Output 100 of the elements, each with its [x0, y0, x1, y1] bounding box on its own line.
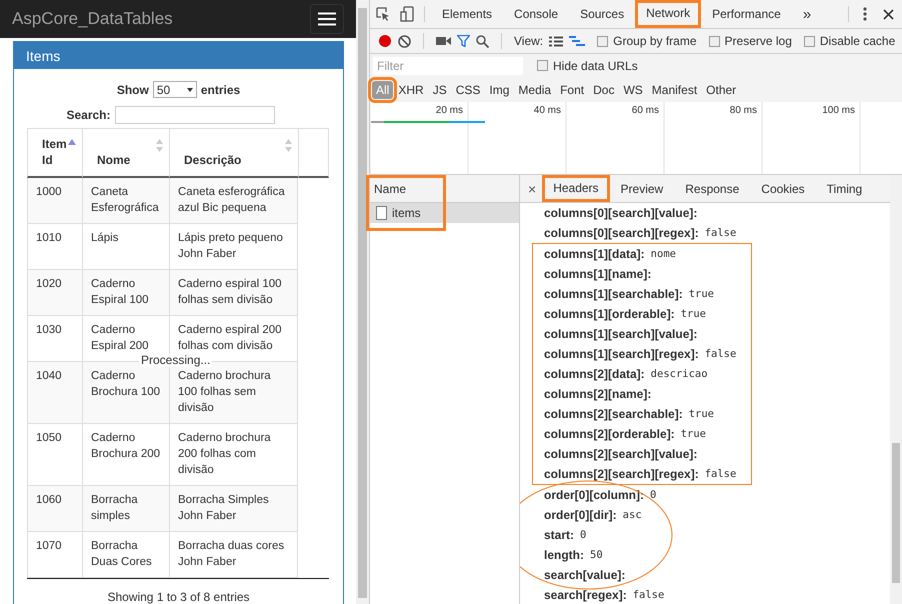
detail-tab[interactable]: Preview [610, 175, 674, 202]
param-value: 0 [650, 489, 656, 501]
inspect-icon[interactable] [376, 7, 390, 21]
timeline-tick: 20 ms [434, 104, 464, 116]
param-name: length: [544, 548, 584, 562]
caret-icon [186, 88, 193, 92]
more-tabs-button[interactable]: » [792, 0, 822, 28]
param-name: columns[1][search][regex]: [544, 347, 699, 361]
table-cell: 1070 [27, 532, 82, 578]
devtools-tab[interactable]: Network [635, 0, 702, 28]
filter-icon[interactable] [457, 35, 470, 47]
param-name: columns[2][search][regex]: [544, 467, 699, 481]
menu-icon [318, 12, 336, 26]
param-name: start: [544, 528, 574, 542]
more-options-icon[interactable] [863, 7, 867, 21]
checkbox[interactable] [537, 60, 548, 71]
detail-tab[interactable]: Response [674, 175, 750, 202]
file-icon [376, 206, 387, 220]
detail-tab[interactable]: Headers [542, 175, 610, 202]
checkbox[interactable] [804, 36, 815, 46]
table-cell: Caderno Espiral 100 [82, 270, 169, 316]
param-value: false [704, 468, 736, 480]
type-filter[interactable]: XHR [394, 80, 428, 98]
type-filter[interactable]: Manifest [648, 80, 702, 98]
menu-button[interactable] [310, 4, 344, 34]
param-name: columns[2][search][value]: [544, 447, 698, 461]
devtools-tab[interactable]: Sources [569, 0, 636, 28]
checkbox-label: Hide data URLs [553, 58, 638, 72]
timeline-tick: 100 ms [821, 104, 856, 116]
record-icon[interactable] [378, 34, 392, 48]
table-cell: 1040 [27, 362, 82, 424]
devtools-tab[interactable]: Performance [701, 0, 792, 28]
request-row[interactable]: items [370, 203, 519, 223]
search-icon[interactable] [476, 34, 489, 48]
list-view-icon[interactable] [549, 36, 564, 46]
type-filter[interactable]: Media [514, 80, 556, 98]
detail-tab[interactable]: Timing [816, 175, 874, 202]
table-cell: Caneta esferográfica azul Bic pequena [169, 178, 298, 224]
checkbox-label: Preserve log [724, 34, 792, 48]
timeline-tick: 40 ms [532, 104, 562, 116]
param-value: 0 [580, 529, 586, 541]
devtools-tab[interactable]: Console [503, 0, 570, 28]
param-value: true [688, 408, 714, 420]
search-label: Search: [66, 108, 111, 122]
type-filter[interactable]: Other [702, 80, 740, 98]
param-name: columns[2][orderable]: [544, 427, 675, 441]
type-filter[interactable]: Font [556, 80, 588, 98]
param-value: descricao [650, 368, 708, 380]
param-name: search[regex]: [544, 588, 627, 602]
param-name: columns[1][searchable]: [544, 287, 683, 301]
type-filter[interactable]: WS [619, 80, 647, 98]
table-cell: Borracha Duas Cores [82, 532, 169, 578]
checkbox-label: Disable cache [820, 34, 896, 48]
param-value: true [688, 288, 714, 300]
param-name: columns[1][name]: [544, 267, 652, 281]
view-label: View: [514, 34, 544, 48]
close-icon[interactable] [883, 8, 894, 20]
detail-tab[interactable]: Cookies [750, 175, 816, 202]
scrollbar[interactable] [890, 175, 902, 604]
checkbox[interactable] [597, 36, 608, 46]
type-filter[interactable]: CSS [452, 80, 484, 98]
param-value: asc [622, 509, 642, 521]
timeline-tick: 60 ms [630, 104, 660, 116]
table-cell: Caderno espiral 100 folhas sem divisão [169, 270, 298, 316]
waterfall-view-icon[interactable] [569, 36, 586, 46]
param-value: false [704, 348, 736, 360]
close-button[interactable]: × [524, 180, 542, 196]
param-name: columns[1][search][value]: [544, 327, 698, 341]
search-field[interactable] [114, 106, 275, 124]
devtools-tab[interactable]: Elements [431, 0, 504, 28]
param-value: false [632, 589, 664, 601]
type-filter[interactable]: Img [485, 80, 514, 98]
panel-title: Items [14, 42, 343, 69]
column-header [298, 128, 329, 178]
type-filter[interactable]: JS [428, 80, 451, 98]
table-cell: Borracha duas cores John Faber [169, 532, 298, 578]
entries-select[interactable]: 50 [152, 81, 197, 98]
scrollbar[interactable] [356, 0, 369, 604]
param-name: columns[0][search][value]: [544, 206, 698, 220]
camera-icon[interactable] [436, 36, 451, 46]
table-cell: Borracha simples [82, 486, 169, 532]
param-name: columns[0][search][regex]: [544, 226, 699, 240]
clear-icon[interactable] [398, 34, 411, 48]
name-column-header[interactable]: Name [370, 175, 519, 203]
param-value: false [704, 227, 736, 239]
show-label: Show [116, 82, 149, 96]
param-name: columns[2][searchable]: [544, 407, 683, 421]
type-filter[interactable]: Doc [589, 80, 618, 98]
table-cell: Caneta Esferográfica [82, 178, 169, 224]
table-cell: 1060 [27, 486, 82, 532]
device-icon[interactable] [400, 6, 414, 22]
param-name: order[0][column]: [544, 488, 644, 502]
filter-field[interactable]: Filter [373, 56, 523, 74]
param-name: columns[2][data]: [544, 367, 645, 381]
table-cell: 1000 [27, 178, 82, 224]
param-name: columns[2][name]: [544, 387, 652, 401]
checkbox[interactable] [708, 36, 720, 46]
entries-label: entries [200, 82, 240, 96]
param-value: true [680, 308, 706, 320]
param-name: columns[1][data]: [544, 247, 645, 261]
